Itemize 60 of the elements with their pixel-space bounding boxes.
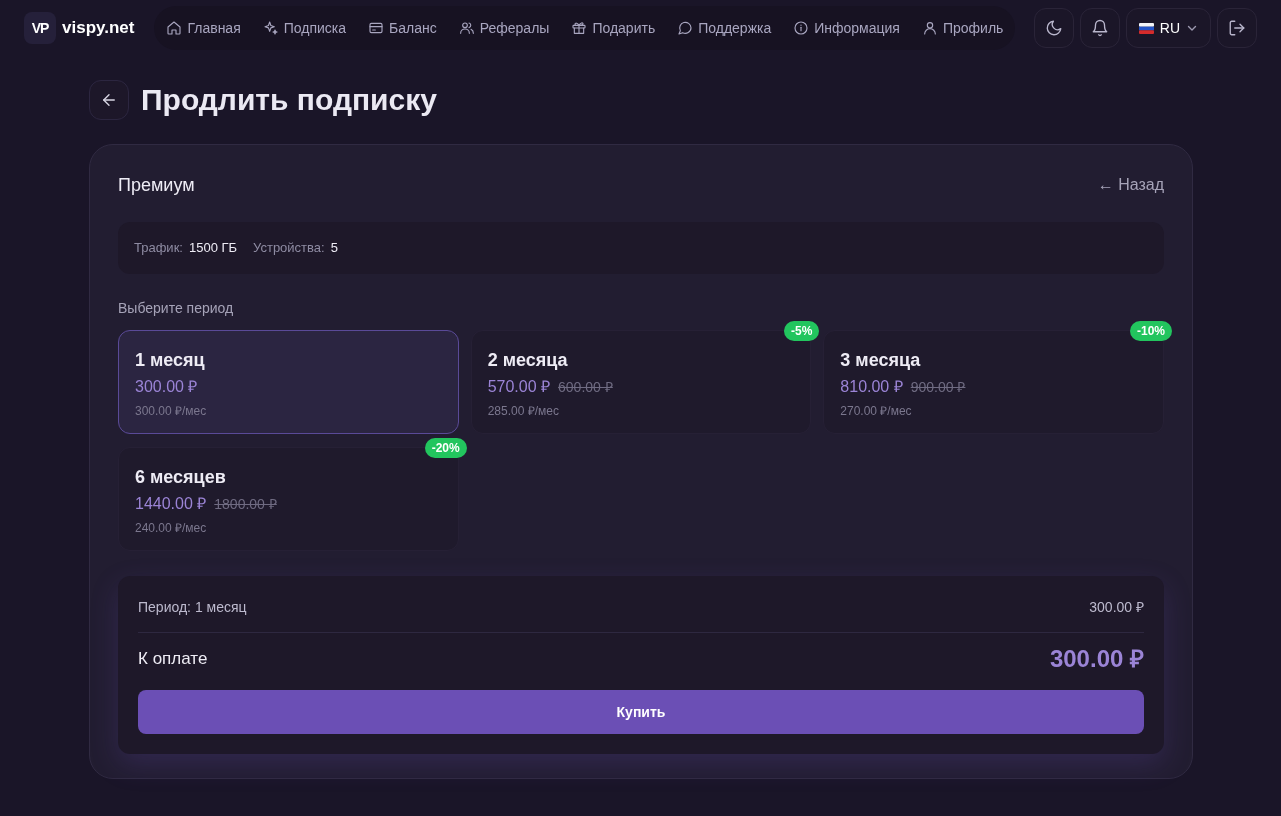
language-select[interactable]: RU — [1125, 8, 1211, 48]
stat-label: Трафик: — [134, 239, 183, 258]
gift-icon — [571, 20, 588, 36]
logo-mark[interactable]: VP — [24, 12, 56, 44]
period-price: 300.00 ₽ — [135, 377, 198, 397]
nav-link[interactable]: Главная — [166, 17, 241, 39]
bell-icon — [1090, 19, 1109, 37]
old-price: 1800.00 ₽ — [214, 494, 277, 514]
total-label: К оплате — [138, 648, 208, 671]
discount-badge: -20% — [424, 438, 467, 458]
nav-link[interactable]: Профиль — [921, 17, 1004, 39]
summary-period-amount: 300.00 ₽ — [1089, 597, 1144, 617]
price-per-month: 240.00 ₽/мес — [135, 520, 207, 536]
users-icon — [458, 20, 475, 36]
nav-link[interactable]: Поддержка — [677, 17, 772, 39]
flag-icon — [1138, 22, 1154, 34]
old-price: 900.00 ₽ — [910, 377, 966, 397]
user-icon — [921, 20, 938, 36]
page-title: Продлить подписку — [141, 82, 437, 118]
period-price: 1440.00 ₽ — [135, 494, 207, 514]
total-amount: 300.00 ₽ — [1049, 644, 1144, 674]
moon-icon — [1044, 19, 1063, 37]
nav-link[interactable]: Рефералы — [458, 17, 550, 39]
period-option[interactable]: 1 месяц 300.00 ₽ 300.00 ₽/мес — [118, 330, 459, 434]
period-price: 810.00 ₽ — [840, 377, 903, 397]
period-price: 570.00 ₽ — [487, 377, 551, 397]
logout-icon — [1228, 19, 1246, 37]
stat-label: Устройства: — [253, 239, 325, 258]
price-per-month: 285.00 ₽/мес — [487, 403, 559, 419]
period-name: 6 месяцев — [135, 466, 226, 489]
nav-link[interactable]: Баланс — [368, 17, 437, 39]
old-price: 600.00 ₽ — [558, 377, 613, 397]
stat-value: 5 — [330, 239, 338, 258]
price-per-month: 300.00 ₽/мес — [135, 403, 207, 419]
theme-toggle-button[interactable] — [1033, 8, 1074, 48]
nav-link[interactable]: Информация — [793, 17, 900, 39]
nav-link[interactable]: Подарить — [571, 17, 656, 39]
period-name: 2 месяца — [487, 349, 568, 372]
home-icon — [166, 20, 183, 36]
stat-value: 1500 ГБ — [188, 239, 238, 258]
nav-link[interactable]: Подписка — [262, 17, 347, 39]
price-per-month: 270.00 ₽/мес — [840, 403, 912, 419]
arrow-left-icon — [100, 91, 118, 109]
plan-name: Премиум — [118, 173, 195, 197]
back-button[interactable] — [89, 80, 129, 120]
summary-period: Период: 1 месяц — [138, 597, 247, 617]
sparkle-icon — [262, 20, 279, 36]
site-name[interactable]: vispy.net — [62, 15, 135, 41]
buy-button[interactable]: Купить — [138, 690, 1144, 734]
period-name: 1 месяц — [135, 349, 205, 372]
back-link[interactable]: ← Назад — [1097, 173, 1164, 197]
chat-bubble-icon — [677, 20, 694, 36]
info-icon — [793, 20, 810, 36]
notifications-button[interactable] — [1079, 8, 1120, 48]
card-icon — [368, 20, 385, 36]
period-name: 3 месяца — [840, 349, 921, 372]
logout-button[interactable] — [1217, 8, 1257, 48]
section-label: Выберите период — [118, 299, 235, 318]
discount-badge: -10% — [1129, 321, 1172, 341]
discount-badge: -5% — [784, 321, 820, 341]
